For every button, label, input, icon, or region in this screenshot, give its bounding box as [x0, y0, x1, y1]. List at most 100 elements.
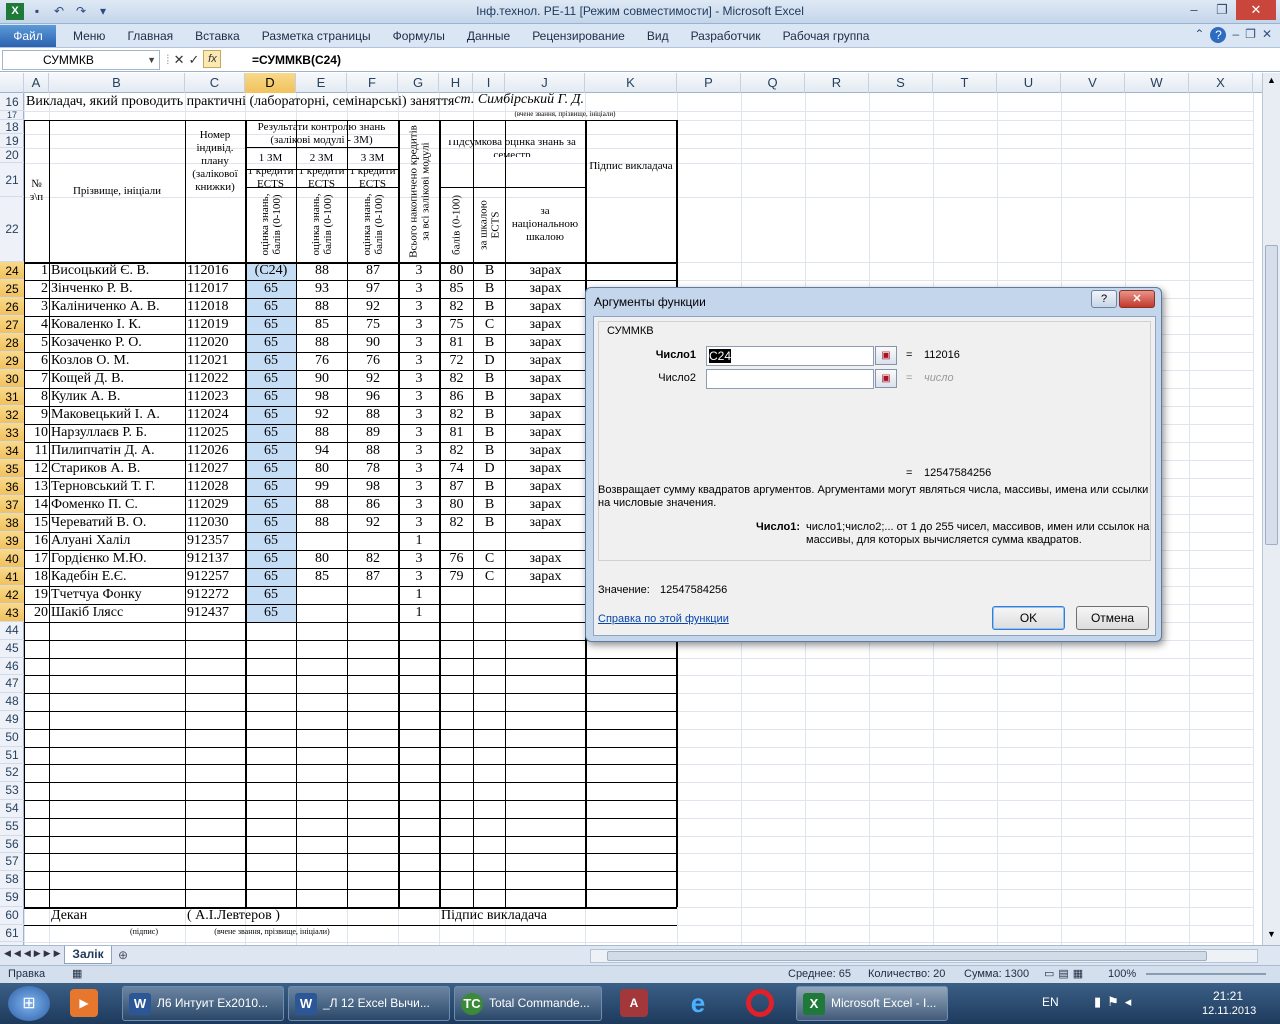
column-header[interactable]: U: [997, 73, 1061, 93]
score-zm1[interactable]: 65: [247, 568, 295, 586]
row-header[interactable]: 21: [0, 163, 24, 197]
student-number[interactable]: 16: [26, 532, 48, 550]
column-header[interactable]: P: [677, 73, 741, 93]
column-header[interactable]: T: [933, 73, 997, 93]
score-zm2[interactable]: [298, 604, 346, 622]
score-zm1[interactable]: 65: [247, 424, 295, 442]
final-points[interactable]: [441, 604, 472, 622]
student-number[interactable]: 9: [26, 406, 48, 424]
student-name[interactable]: Кулик А. В.: [51, 388, 184, 406]
arg1-input[interactable]: C24: [706, 346, 874, 366]
score-zm1[interactable]: 65: [247, 514, 295, 532]
row-header[interactable]: 58: [0, 871, 24, 889]
score-zm2[interactable]: 80: [298, 460, 346, 478]
score-zm3[interactable]: 98: [349, 478, 397, 496]
score-zm3[interactable]: 87: [349, 568, 397, 586]
score-zm2[interactable]: 93: [298, 280, 346, 298]
row-header[interactable]: 61: [0, 925, 24, 943]
final-national[interactable]: зарах: [507, 514, 584, 532]
student-name[interactable]: Стариков А. В.: [51, 460, 184, 478]
credits-total[interactable]: 3: [400, 406, 438, 424]
row-header[interactable]: 33: [0, 424, 24, 442]
column-header[interactable]: V: [1061, 73, 1125, 93]
final-national[interactable]: зарах: [507, 280, 584, 298]
row-header[interactable]: 25: [0, 280, 24, 298]
chevron-down-icon[interactable]: ▼: [147, 51, 156, 69]
credits-total[interactable]: 3: [400, 298, 438, 316]
final-national[interactable]: зарах: [507, 316, 584, 334]
score-zm1[interactable]: 65: [247, 604, 295, 622]
tab-review[interactable]: Рецензирование: [521, 29, 636, 43]
student-id[interactable]: 112020: [187, 334, 244, 352]
tab-home[interactable]: Главная: [116, 29, 184, 43]
score-zm2[interactable]: 99: [298, 478, 346, 496]
row-header[interactable]: 38: [0, 514, 24, 532]
student-number[interactable]: 13: [26, 478, 48, 496]
final-points[interactable]: 81: [441, 334, 472, 352]
final-points[interactable]: 75: [441, 316, 472, 334]
score-zm3[interactable]: 96: [349, 388, 397, 406]
student-id[interactable]: 112026: [187, 442, 244, 460]
student-number[interactable]: 2: [26, 280, 48, 298]
column-header[interactable]: I: [473, 73, 505, 93]
final-ects[interactable]: B: [475, 370, 504, 388]
score-zm3[interactable]: 90: [349, 334, 397, 352]
column-header[interactable]: E: [296, 73, 347, 93]
credits-total[interactable]: 3: [400, 334, 438, 352]
final-ects[interactable]: C: [475, 568, 504, 586]
opera-icon[interactable]: [746, 989, 774, 1017]
insert-function-icon[interactable]: fx: [203, 50, 222, 68]
row-header[interactable]: 31: [0, 388, 24, 406]
vertical-scrollbar[interactable]: ▲ ▼: [1262, 73, 1280, 945]
score-zm1[interactable]: 65: [247, 442, 295, 460]
zoom-level[interactable]: 100%: [1108, 968, 1136, 980]
formula-input[interactable]: =СУММКВ(C24): [248, 50, 1262, 70]
row-header[interactable]: 39: [0, 532, 24, 550]
student-name[interactable]: Козаченко Р. О.: [51, 334, 184, 352]
student-id[interactable]: 112023: [187, 388, 244, 406]
minimize-doc-icon[interactable]: –: [1232, 27, 1239, 43]
select-all-corner[interactable]: [0, 73, 24, 93]
dean-label[interactable]: Декан: [51, 907, 184, 925]
column-header[interactable]: W: [1125, 73, 1189, 93]
dialog-close-icon[interactable]: ✕: [1119, 290, 1155, 308]
row-header[interactable]: 53: [0, 782, 24, 800]
row-header[interactable]: 43: [0, 604, 24, 622]
row-header[interactable]: 47: [0, 675, 24, 694]
column-header[interactable]: J: [505, 73, 585, 93]
student-id[interactable]: 112017: [187, 280, 244, 298]
chevron-up-icon[interactable]: ⌃: [1194, 27, 1204, 43]
final-points[interactable]: 86: [441, 388, 472, 406]
score-zm1[interactable]: 65: [247, 406, 295, 424]
final-ects[interactable]: [475, 604, 504, 622]
taskbar-item-word2[interactable]: W _Л 12 Excel Вычи...: [288, 986, 450, 1021]
score-zm2[interactable]: 88: [298, 298, 346, 316]
horizontal-scrollbar[interactable]: [590, 949, 1258, 963]
final-points[interactable]: 82: [441, 370, 472, 388]
final-national[interactable]: зарах: [507, 460, 584, 478]
scroll-down-icon[interactable]: ▼: [1265, 929, 1278, 943]
final-ects[interactable]: [475, 532, 504, 550]
row-header[interactable]: 34: [0, 442, 24, 460]
student-number[interactable]: 19: [26, 586, 48, 604]
final-national[interactable]: зарах: [507, 550, 584, 568]
student-id[interactable]: 912357: [187, 532, 244, 550]
final-national[interactable]: зарах: [507, 370, 584, 388]
row-header[interactable]: 29: [0, 352, 24, 370]
score-zm2[interactable]: 88: [298, 262, 346, 280]
clock-date[interactable]: 12.11.2013: [1202, 1005, 1256, 1017]
final-ects[interactable]: B: [475, 406, 504, 424]
score-zm2[interactable]: 80: [298, 550, 346, 568]
enter-icon[interactable]: ✓: [189, 50, 200, 70]
row-header[interactable]: 35: [0, 460, 24, 478]
taskbar-item-totalcmd[interactable]: TC Total Commande...: [454, 986, 602, 1021]
student-name[interactable]: Маковецький І. А.: [51, 406, 184, 424]
column-header[interactable]: C: [185, 73, 245, 93]
row-header[interactable]: 46: [0, 658, 24, 676]
final-points[interactable]: 82: [441, 442, 472, 460]
score-zm2[interactable]: 88: [298, 424, 346, 442]
score-zm2[interactable]: 88: [298, 514, 346, 532]
score-zm2[interactable]: 98: [298, 388, 346, 406]
collapse-dialog-icon[interactable]: ▣: [875, 346, 897, 365]
final-points[interactable]: 87: [441, 478, 472, 496]
